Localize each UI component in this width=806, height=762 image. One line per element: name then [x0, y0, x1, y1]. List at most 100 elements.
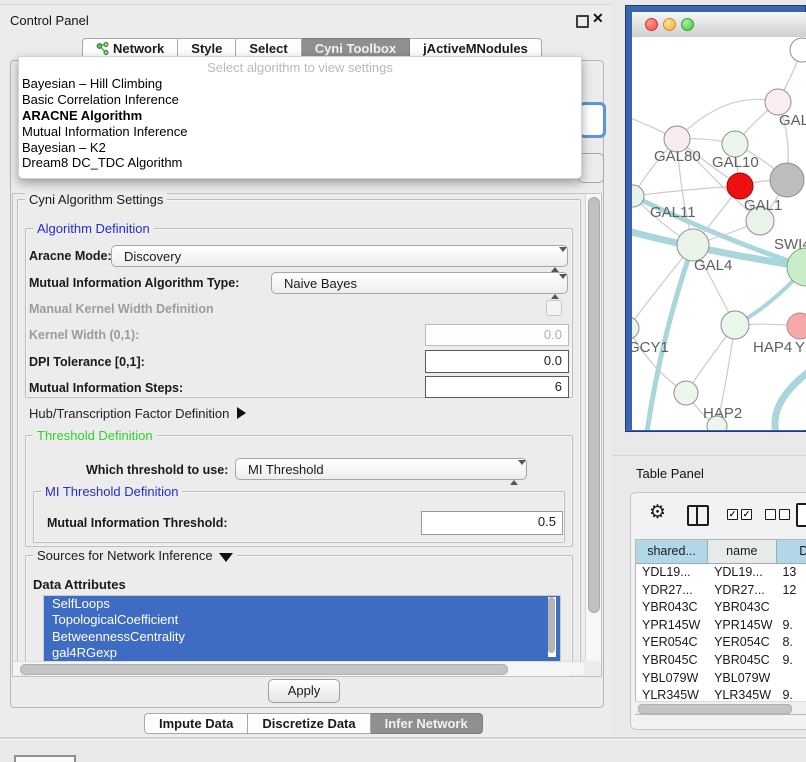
tab-impute-data[interactable]: Impute Data [144, 713, 248, 734]
algorithm-definition-title: Algorithm Definition [33, 221, 154, 236]
apply-button[interactable]: Apply [268, 679, 340, 703]
kernel-width-field[interactable]: 0.0 [425, 324, 569, 346]
table-column-header[interactable]: D [777, 540, 806, 563]
close-icon[interactable]: ✕ [592, 10, 604, 27]
network-node-label: GCY1 [632, 339, 669, 356]
table-cell: YBL079W [708, 670, 776, 688]
algorithm-option[interactable]: Dream8 DC_TDC Algorithm [19, 155, 581, 171]
network-node[interactable] [770, 163, 804, 197]
mi-type-combobox[interactable]: Naive Bayes [271, 272, 568, 294]
unchecked-checkbox-icon[interactable] [765, 509, 776, 520]
attribute-list-item[interactable]: SelfLoops [44, 596, 560, 612]
columns-icon[interactable] [687, 505, 709, 526]
network-node-hap2[interactable] [674, 381, 698, 405]
scrollbar-thumb[interactable] [20, 664, 508, 675]
table-column-header[interactable]: name [708, 540, 776, 563]
checked-checkbox-icon[interactable]: ✓ [727, 509, 738, 520]
mi-steps-field[interactable]: 6 [425, 376, 569, 398]
attribute-list-item[interactable]: BetweennessCentrality [44, 629, 560, 645]
gear-icon[interactable]: ⚙ [649, 501, 666, 524]
network-window-titlebar[interactable] [632, 12, 806, 38]
table-panel: ⚙ ✓ ✓ shared...nameD YDL19...YDL19...13Y… [630, 492, 806, 730]
dpi-tolerance-field[interactable]: 0.0 [425, 350, 569, 373]
tab-jactivemnodules-label: jActiveMNodules [423, 41, 528, 56]
aracne-mode-value: Discovery [124, 249, 181, 264]
network-node-label: GAL1 [744, 197, 782, 214]
network-node[interactable] [790, 38, 806, 62]
network-node-y[interactable] [787, 313, 806, 339]
bottom-tab-bar: Impute Data Discretize Data Infer Networ… [144, 713, 483, 734]
algorithm-option[interactable]: Bayesian – Hill Climbing [19, 76, 581, 92]
network-graph: GALGAL80GAL10GAL1GAL11SWI4GAL4GCY1HAP4YH… [632, 37, 806, 430]
collapsed-arrow-icon [237, 407, 246, 419]
scrollbar-thumb[interactable] [548, 597, 555, 653]
scrollbar-thumb[interactable] [638, 704, 792, 714]
unchecked-checkbox-icon[interactable] [779, 509, 790, 520]
attribute-list-item[interactable]: TopologicalCoefficient [44, 612, 560, 628]
settings-scroll-pane: Cyni Algorithm Settings Algorithm Defini… [12, 193, 602, 677]
network-node-label: SWI4 [774, 236, 806, 253]
aracne-mode-combobox[interactable]: Discovery [111, 245, 568, 267]
attribute-list-item[interactable]: gal4RGexp [44, 645, 560, 661]
tab-discretize-data[interactable]: Discretize Data [248, 713, 370, 734]
algorithm-option[interactable]: ARACNE Algorithm [19, 108, 581, 124]
table-row[interactable]: YER054CYER054C8. [636, 634, 806, 652]
network-node-swi4[interactable] [787, 248, 806, 286]
which-threshold-combobox[interactable]: MI Threshold [235, 458, 527, 480]
table-cell: YBL079W [636, 670, 708, 688]
table-row[interactable]: YBR045CYBR045C9. [636, 652, 806, 670]
sources-group-title[interactable]: Sources for Network Inference [33, 548, 237, 563]
table-row[interactable]: YBL079WYBL079W [636, 670, 806, 688]
table-cell: 13 [776, 564, 806, 582]
network-node-hap4[interactable] [721, 311, 749, 339]
mi-type-value: Naive Bayes [284, 276, 357, 291]
mi-threshold-field[interactable]: 0.5 [421, 511, 563, 535]
table-cell [776, 670, 806, 688]
network-node-label: GAL11 [650, 204, 696, 221]
attribute-list-scrollbar[interactable] [548, 597, 556, 657]
control-panel-title: Control Panel [10, 13, 89, 28]
settings-horizontal-scrollbar[interactable] [13, 661, 584, 675]
page-icon[interactable] [796, 503, 806, 527]
manual-kernel-checkbox[interactable] [546, 300, 562, 316]
table-row[interactable]: YBR043CYBR043C [636, 599, 806, 617]
network-edge[interactable] [633, 186, 740, 196]
table-column-header[interactable]: shared... [636, 540, 708, 563]
table-row[interactable]: YDL19...YDL19...13 [636, 564, 806, 582]
network-edge[interactable] [775, 371, 806, 430]
algorithm-dropdown-items: Bayesian – Hill ClimbingBasic Correlatio… [19, 76, 581, 171]
partial-button-fragment [14, 755, 76, 762]
algorithm-dropdown-list: Select algorithm to view settings Bayesi… [18, 56, 582, 179]
table-cell: YDR27... [636, 582, 708, 600]
network-canvas[interactable]: GALGAL80GAL10GAL1GAL11SWI4GAL4GCY1HAP4YH… [632, 37, 806, 430]
tab-infer-network[interactable]: Infer Network [371, 713, 483, 734]
node-table[interactable]: shared...nameD YDL19...YDL19...13YDR27..… [635, 539, 806, 715]
tab-select-label: Select [249, 41, 287, 56]
zoom-traffic-light-icon[interactable] [681, 18, 694, 31]
algorithm-option[interactable]: Mutual Information Inference [19, 124, 581, 140]
algorithm-option[interactable]: Basic Correlation Inference [19, 92, 581, 108]
table-horizontal-scrollbar[interactable] [635, 701, 806, 714]
checked-checkbox-icon[interactable]: ✓ [741, 509, 752, 520]
algorithm-dropdown-placeholder: Select algorithm to view settings [19, 57, 581, 76]
manual-kernel-label: Manual Kernel Width Definition [29, 302, 214, 316]
algorithm-option[interactable]: Bayesian – K2 [19, 140, 581, 156]
which-threshold-label: Which threshold to use: [86, 463, 228, 477]
data-attributes-list[interactable]: SelfLoopsTopologicalCoefficientBetweenne… [43, 595, 561, 663]
spinner-arrows-icon [510, 462, 520, 484]
network-node-label: GAL4 [694, 257, 732, 274]
table-row[interactable]: YPR145WYPR145W9. [636, 617, 806, 635]
minimize-traffic-light-icon[interactable] [663, 18, 676, 31]
expanded-arrow-icon [219, 553, 233, 562]
network-node-gcy1[interactable] [632, 317, 639, 339]
scrollbar-thumb[interactable] [588, 197, 600, 613]
network-view-window[interactable]: GALGAL80GAL10GAL1GAL11SWI4GAL4GCY1HAP4YH… [625, 5, 806, 432]
float-window-icon[interactable] [576, 15, 589, 28]
close-traffic-light-icon[interactable] [645, 18, 658, 31]
hub-definition-toggle[interactable]: Hub/Transcription Factor Definition [29, 406, 246, 421]
table-row[interactable]: YDR27...YDR27...12 [636, 582, 806, 600]
network-node[interactable] [727, 173, 753, 199]
table-cell: YPR145W [636, 617, 708, 635]
network-node-gal11[interactable] [632, 185, 644, 207]
settings-vertical-scrollbar[interactable] [585, 194, 601, 661]
